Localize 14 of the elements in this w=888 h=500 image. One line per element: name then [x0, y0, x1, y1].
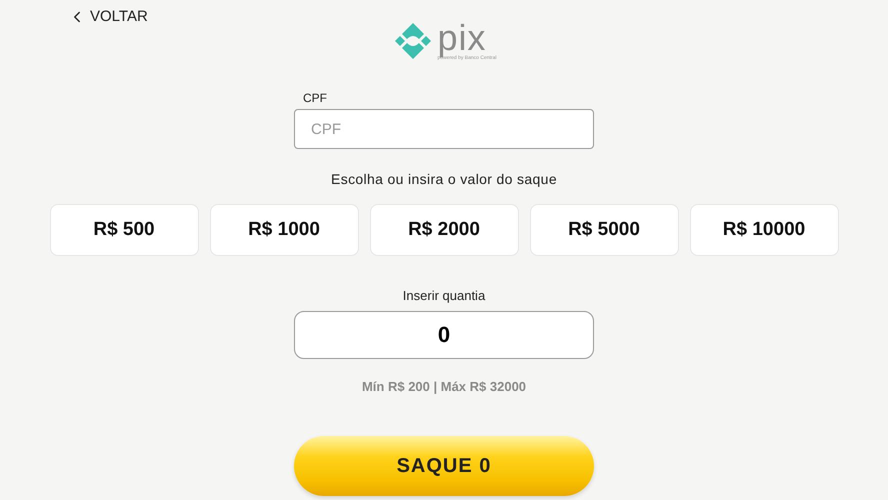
amount-option[interactable]: R$ 500 [50, 204, 198, 256]
field-label: Inserir quantia [402, 287, 486, 305]
back-link[interactable]: VOLTAR [68, 6, 148, 28]
logo-wordmark: pix [438, 21, 486, 55]
field-label: CPF [303, 90, 328, 107]
amount-prompt: Escolha ou insira o valor do saque [331, 170, 557, 189]
amount-option[interactable]: R$ 10000 [690, 204, 838, 256]
amount-option[interactable]: R$ 2000 [370, 204, 518, 256]
amount-option[interactable]: R$ 5000 [530, 204, 678, 256]
cpf-field[interactable]: CPF [294, 109, 594, 149]
amount-field[interactable]: 0 [294, 310, 594, 358]
amount-option[interactable]: R$ 1000 [210, 204, 358, 256]
submit-button[interactable]: SAQUE 0 [294, 436, 594, 496]
limits-text: Mín R$ 200 | Máx R$ 32000 [362, 378, 526, 396]
